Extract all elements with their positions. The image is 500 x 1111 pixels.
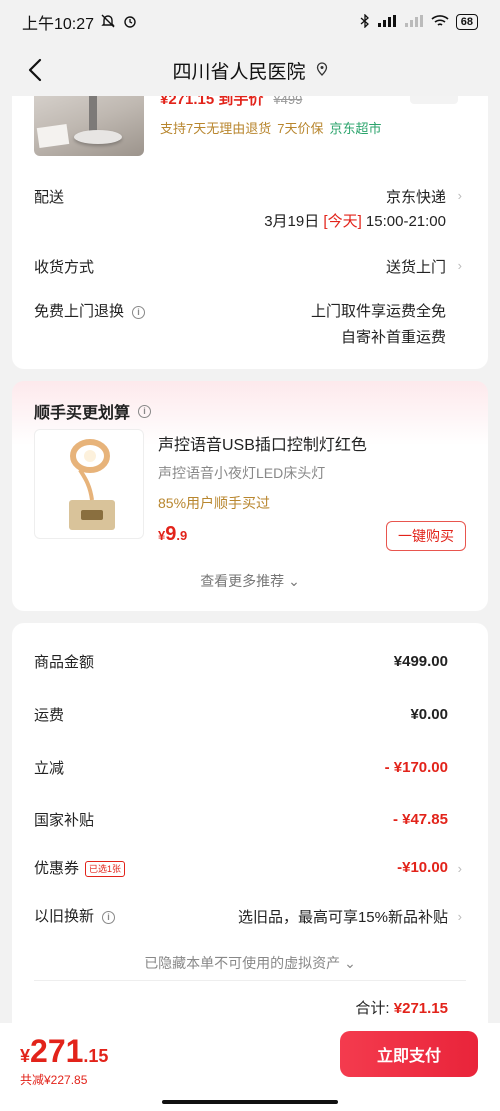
product-image[interactable]	[34, 96, 144, 156]
discount-label: 立减	[34, 760, 65, 777]
mute-bell-icon	[100, 13, 116, 32]
more-recommend-link[interactable]: 查看更多推荐 ⌄	[12, 571, 488, 591]
free-return-line1: 上门取件享运费全免	[310, 303, 446, 320]
shipping-label: 运费	[34, 707, 65, 724]
coupon-badge: 已选1张	[85, 861, 126, 878]
pay-amount: ¥271.15	[20, 1033, 109, 1069]
hidden-assets-note[interactable]: 已隐藏本单不可使用的虚拟资产 ⌄	[12, 953, 488, 973]
recommend-subtitle: 声控语音小夜灯LED床头灯	[158, 465, 326, 481]
status-bar: 上午10:27 68	[0, 0, 500, 44]
service-tags: 支持7天无理由退货 7天价保 京东超市	[160, 118, 381, 137]
trade-in-label: 以旧换新 i	[34, 905, 116, 926]
delivery-time[interactable]: 3月19日 [今天] 15:00-21:00	[264, 210, 446, 231]
bluetooth-icon	[360, 12, 370, 31]
signal-off-icon	[404, 14, 424, 30]
recommend-price: ¥9.9	[158, 523, 188, 545]
pay-now-button[interactable]: 立即支付	[340, 1031, 478, 1077]
chevron-right-icon[interactable]: ›	[458, 188, 462, 203]
subsidy-label: 国家补贴	[34, 812, 95, 829]
signal-icon	[377, 14, 397, 30]
info-icon[interactable]: i	[102, 910, 116, 924]
discount-value: - ¥170.00	[384, 759, 448, 776]
nav-bar: 四川省人民医院	[0, 44, 500, 96]
wifi-icon	[431, 14, 449, 31]
delivery-carrier[interactable]: 京东快递	[386, 186, 446, 207]
saved-amount[interactable]: 共减¥227.85	[20, 1071, 87, 1088]
chevron-right-icon[interactable]: ›	[458, 861, 462, 876]
chevron-right-icon[interactable]: ›	[458, 258, 462, 273]
receive-method-value[interactable]: 送货上门	[386, 256, 446, 277]
receive-method-label: 收货方式	[34, 259, 95, 276]
store-tag: 京东超市	[329, 121, 382, 136]
recommend-title: 顺手买更划算 i	[34, 399, 152, 423]
divider	[34, 980, 466, 981]
order-total: 合计: ¥271.15	[355, 1000, 448, 1017]
home-indicator[interactable]	[162, 1100, 338, 1104]
one-click-buy-button[interactable]: 一键购买	[386, 521, 466, 551]
quantity-stepper[interactable]	[410, 96, 458, 104]
free-return-label: 免费上门退换 i	[34, 300, 146, 321]
delivery-label: 配送	[34, 189, 65, 206]
recommend-product-image[interactable]	[34, 429, 144, 539]
shipping-value: ¥0.00	[410, 706, 448, 723]
info-icon[interactable]: i	[138, 404, 152, 418]
chevron-left-icon	[28, 58, 42, 82]
product-price: ¥271.15 到手价 ¥499	[160, 96, 302, 109]
back-button[interactable]	[20, 54, 50, 86]
checkout-bar: ¥271.15 共减¥227.85 立即支付	[0, 1023, 500, 1111]
chevron-down-icon: ⌄	[288, 573, 300, 589]
coupon-label[interactable]: 优惠券 已选1张	[34, 857, 126, 878]
trade-in-value[interactable]: 选旧品，最高可享15%新品补贴	[238, 906, 448, 927]
alarm-icon	[122, 13, 138, 32]
status-time: 上午10:27	[22, 16, 95, 33]
order-info-card: ¥271.15 到手价 ¥499 支持7天无理由退货 7天价保 京东超市 配送 …	[12, 96, 488, 369]
original-price: ¥499	[273, 96, 303, 107]
info-icon[interactable]: i	[132, 305, 146, 319]
subsidy-value: - ¥47.85	[392, 811, 448, 828]
recommend-name[interactable]: 声控语音USB插口控制灯红色	[158, 431, 367, 455]
address-title[interactable]: 四川省人民医院	[172, 57, 327, 84]
chevron-down-icon: ⌄	[344, 955, 356, 971]
page-title: 四川省人民医院	[172, 61, 306, 83]
chevron-right-icon[interactable]: ›	[458, 909, 462, 924]
battery-indicator: 68	[455, 14, 478, 30]
coupon-value[interactable]: -¥10.00	[397, 859, 448, 876]
recommend-buyers: 85%用户顺手买过	[158, 495, 271, 511]
free-return-line2: 自寄补首重运费	[340, 329, 446, 346]
location-pin-icon	[316, 61, 328, 79]
goods-amount-value: ¥499.00	[393, 653, 448, 670]
price-summary-card: 商品金额 ¥499.00 运费 ¥0.00 立减 - ¥170.00 国家补贴 …	[12, 623, 488, 1043]
recommend-card: 顺手买更划算 i 声控语音USB插口控制灯红色 声控语音小夜灯LED床头灯 85%…	[12, 381, 488, 611]
goods-amount-label: 商品金额	[34, 654, 95, 671]
